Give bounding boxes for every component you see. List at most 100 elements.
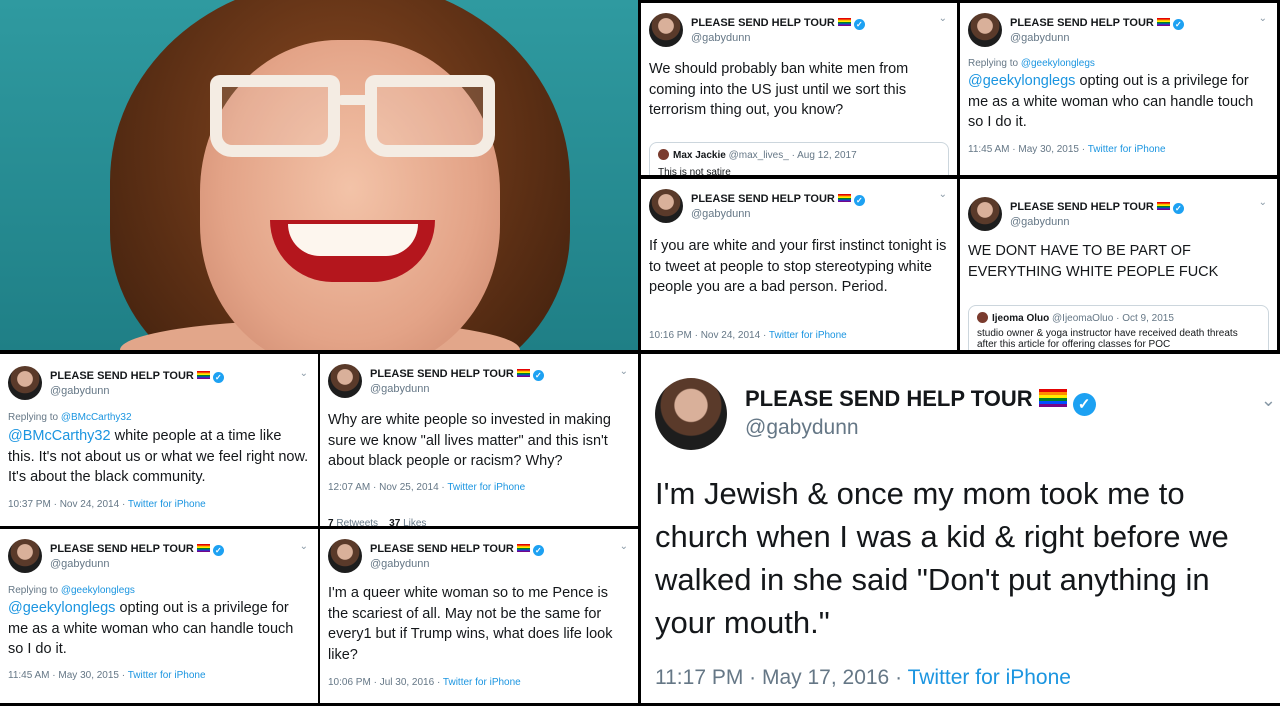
tweet-card-6[interactable]: PLEASE SEND HELP TOUR ✓ @gabydunn ⌄ Why a… (320, 354, 638, 526)
quote-date: Oct 9, 2015 (1122, 313, 1174, 324)
quote-sep: · (791, 150, 795, 161)
source-link[interactable]: Twitter for iPhone (128, 499, 206, 510)
tweet-card-3[interactable]: PLEASE SEND HELP TOUR ✓ @gabydunn ⌄ If yo… (641, 179, 957, 350)
quote-date: Aug 12, 2017 (797, 150, 857, 161)
mention-link[interactable]: @BMcCarthy32 (8, 428, 111, 444)
replying-to-link[interactable]: @BMcCarthy32 (61, 412, 132, 423)
replying-to: Replying to @geekylonglegs (8, 585, 135, 596)
replying-to-link[interactable]: @geekylonglegs (61, 585, 135, 596)
meta-sep: · (121, 670, 126, 681)
chevron-down-icon[interactable]: ⌄ (620, 366, 628, 377)
quote-text: studio owner & yoga instructor have rece… (977, 328, 1238, 350)
verified-badge-icon: ✓ (1172, 19, 1184, 30)
timestamp[interactable]: 12:07 AM · Nov 25, 2014 (328, 482, 439, 493)
tweet-card-2[interactable]: PLEASE SEND HELP TOUR ✓ @gabydunn ⌄ Reply… (960, 3, 1277, 175)
quote-sep: · (1116, 313, 1120, 324)
handle[interactable]: @gabydunn (1010, 216, 1070, 228)
display-name-text: PLEASE SEND HELP TOUR (50, 543, 194, 555)
mention-link[interactable]: @geekylonglegs (8, 600, 115, 616)
verified-badge-icon: ✓ (532, 370, 544, 381)
source-link[interactable]: Twitter for iPhone (128, 670, 206, 681)
display-name[interactable]: PLEASE SEND HELP TOUR ✓ (745, 386, 1096, 416)
tweet-card-4[interactable]: PLEASE SEND HELP TOUR ✓ @gabydunn ⌄ WE DO… (960, 179, 1277, 350)
avatar[interactable] (328, 539, 362, 573)
quote-handle: @IjeomaOluo (1052, 313, 1114, 324)
chevron-down-icon[interactable]: ⌄ (620, 541, 628, 552)
meta-sep: · (436, 677, 441, 688)
quote-avatar (977, 312, 988, 323)
timestamp[interactable]: 11:17 PM · May 17, 2016 (655, 666, 889, 689)
tweet-text: @geekylonglegs opting out is a privilege… (8, 598, 310, 660)
rainbow-flag-icon (1038, 389, 1067, 407)
display-name-text: PLEASE SEND HELP TOUR (745, 386, 1033, 411)
chevron-down-icon[interactable]: ⌄ (300, 541, 308, 552)
tweet-card-8[interactable]: PLEASE SEND HELP TOUR ✓ @gabydunn ⌄ I'm a… (320, 529, 638, 703)
quoted-tweet[interactable]: Max Jackie @max_lives_ · Aug 12, 2017 Th… (649, 142, 949, 175)
display-name[interactable]: PLEASE SEND HELP TOUR ✓ (691, 193, 865, 206)
timestamp[interactable]: 10:37 PM · Nov 24, 2014 (8, 499, 119, 510)
handle[interactable]: @gabydunn (691, 208, 751, 220)
replying-to-link[interactable]: @geekylonglegs (1021, 58, 1095, 69)
chevron-down-icon[interactable]: ⌄ (939, 189, 947, 200)
retweet-count[interactable]: 7 (328, 518, 334, 526)
quoted-tweet[interactable]: Ijeoma Oluo @IjeomaOluo · Oct 9, 2015 st… (968, 305, 1269, 350)
chevron-down-icon[interactable]: ⌄ (1261, 390, 1276, 411)
meta-sep: · (762, 330, 767, 341)
handle[interactable]: @gabydunn (745, 416, 859, 440)
like-count[interactable]: 37 (389, 518, 400, 526)
tweet-card-1[interactable]: PLEASE SEND HELP TOUR ✓ @gabydunn ⌄ We sh… (641, 3, 957, 175)
avatar[interactable] (649, 189, 683, 223)
display-name[interactable]: PLEASE SEND HELP TOUR ✓ (1010, 201, 1184, 214)
timestamp[interactable]: 11:45 AM · May 30, 2015 (8, 670, 119, 681)
verified-badge-icon: ✓ (1072, 393, 1096, 416)
quote-text: This is not satire (658, 167, 731, 175)
tweet-header: PLEASE SEND HELP TOUR ✓ @gabydunn (649, 189, 957, 229)
chevron-down-icon[interactable]: ⌄ (1259, 13, 1267, 24)
tweet-meta: 10:37 PM · Nov 24, 2014 · Twitter for iP… (8, 499, 206, 510)
chevron-down-icon[interactable]: ⌄ (1259, 197, 1267, 208)
tweet-card-7[interactable]: PLEASE SEND HELP TOUR ✓ @gabydunn ⌄ Reply… (0, 529, 318, 703)
avatar[interactable] (328, 364, 362, 398)
display-name[interactable]: PLEASE SEND HELP TOUR ✓ (370, 543, 544, 556)
avatar[interactable] (968, 197, 1002, 231)
tweet-text: Why are white people so invested in maki… (328, 412, 611, 469)
chevron-down-icon[interactable]: ⌄ (300, 368, 308, 379)
handle[interactable]: @gabydunn (50, 385, 110, 397)
replying-label: Replying to (8, 585, 59, 596)
handle[interactable]: @gabydunn (50, 558, 110, 570)
display-name-text: PLEASE SEND HELP TOUR (50, 370, 194, 382)
avatar[interactable] (8, 366, 42, 400)
display-name[interactable]: PLEASE SEND HELP TOUR ✓ (50, 543, 224, 556)
teeth-shape (288, 224, 418, 256)
tweet-meta: 10:16 PM · Nov 24, 2014 · Twitter for iP… (649, 330, 847, 341)
display-name[interactable]: PLEASE SEND HELP TOUR ✓ (691, 17, 865, 30)
handle[interactable]: @gabydunn (1010, 32, 1070, 44)
display-name[interactable]: PLEASE SEND HELP TOUR ✓ (370, 368, 544, 381)
display-name-text: PLEASE SEND HELP TOUR (370, 543, 514, 555)
source-link[interactable]: Twitter for iPhone (443, 677, 521, 688)
display-name[interactable]: PLEASE SEND HELP TOUR ✓ (50, 370, 224, 383)
chevron-down-icon[interactable]: ⌄ (939, 13, 947, 24)
handle[interactable]: @gabydunn (370, 558, 430, 570)
source-link[interactable]: Twitter for iPhone (908, 666, 1071, 689)
source-link[interactable]: Twitter for iPhone (769, 330, 847, 341)
tweet-card-9[interactable]: PLEASE SEND HELP TOUR ✓ @gabydunn ⌄ I'm J… (641, 354, 1280, 703)
tweet-text: I'm a queer white woman so to me Pence i… (328, 585, 613, 663)
display-name[interactable]: PLEASE SEND HELP TOUR ✓ (1010, 17, 1184, 30)
mention-link[interactable]: @geekylonglegs (968, 73, 1075, 89)
avatar[interactable] (649, 13, 683, 47)
avatar[interactable] (968, 13, 1002, 47)
handle[interactable]: @gabydunn (370, 383, 430, 395)
source-link[interactable]: Twitter for iPhone (1088, 144, 1166, 155)
timestamp[interactable]: 11:45 AM · May 30, 2015 (968, 144, 1079, 155)
replying-label: Replying to (968, 58, 1019, 69)
timestamp[interactable]: 10:16 PM · Nov 24, 2014 (649, 330, 760, 341)
tweet-card-5[interactable]: PLEASE SEND HELP TOUR ✓ @gabydunn ⌄ Reply… (0, 354, 318, 526)
avatar[interactable] (8, 539, 42, 573)
rainbow-flag-icon (196, 371, 210, 379)
handle[interactable]: @gabydunn (691, 32, 751, 44)
tweet-stats: 7 Retweets 37 Likes (328, 518, 426, 526)
source-link[interactable]: Twitter for iPhone (447, 482, 525, 493)
timestamp[interactable]: 10:06 PM · Jul 30, 2016 (328, 677, 434, 688)
avatar[interactable] (655, 378, 727, 450)
